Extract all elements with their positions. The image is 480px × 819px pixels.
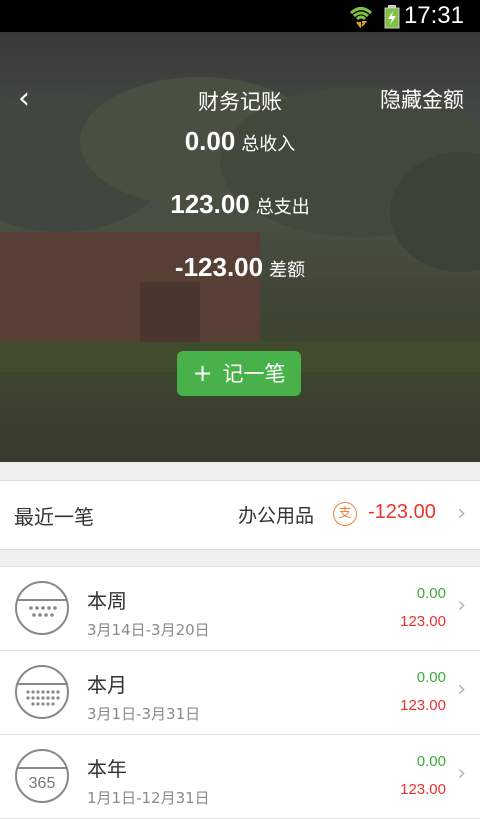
total-expense-label: 总支出 — [255, 197, 310, 218]
recent-record[interactable]: 最近一笔 办公用品 支 -123.00 › — [0, 480, 480, 550]
recent-amount: -123.00 — [368, 501, 436, 523]
total-income-value: 0.00 — [184, 126, 236, 156]
calendar-year-icon: 365 — [15, 749, 69, 803]
recent-label: 最近一笔 — [14, 505, 94, 529]
total-income: 0.00 总收入 — [0, 126, 480, 157]
chevron-right-icon: › — [457, 761, 466, 786]
expense-badge: 支 — [333, 502, 357, 526]
chevron-right-icon: › — [457, 501, 466, 526]
calendar-week-icon — [15, 581, 69, 635]
period-range: 1月1日-12月31日 — [87, 789, 210, 807]
period-title: 本周 — [87, 589, 127, 613]
chevron-right-icon: › — [457, 677, 466, 702]
total-expense: 123.00 总支出 — [0, 189, 480, 220]
add-record-label: 记一笔 — [222, 362, 286, 386]
chevron-right-icon: › — [457, 593, 466, 618]
clock: 17:31 — [403, 2, 464, 29]
status-bar: 17:31 — [0, 0, 480, 32]
add-record-button[interactable]: + 记一笔 — [177, 351, 301, 396]
period-range: 3月14日-3月20日 — [87, 621, 210, 639]
wifi-icon — [349, 7, 373, 28]
calendar-month-icon — [15, 665, 69, 719]
hide-amount-button[interactable]: 隐藏金额 — [380, 84, 464, 114]
period-range: 3月1日-3月31日 — [87, 705, 201, 723]
plus-icon: + — [192, 359, 213, 387]
balance-diff: -123.00 差额 — [0, 252, 480, 283]
period-title: 本月 — [87, 673, 127, 697]
period-expense: 123.00 — [400, 697, 446, 714]
recent-category: 办公用品 — [238, 505, 315, 527]
calendar-year-number: 365 — [29, 775, 56, 792]
total-expense-value: 123.00 — [170, 189, 250, 219]
battery-icon — [384, 5, 400, 29]
period-row-month[interactable]: 本月 3月1日-3月31日 0.00 123.00 › — [0, 651, 480, 735]
total-income-label: 总收入 — [241, 134, 296, 155]
period-expense: 123.00 — [400, 781, 446, 798]
period-row-week[interactable]: 本周 3月14日-3月20日 0.00 123.00 › — [0, 567, 480, 651]
period-list: 本周 3月14日-3月20日 0.00 123.00 › 本月 3月1日-3月3… — [0, 566, 480, 819]
summary-panel: ‹ 财务记账 隐藏金额 0.00 总收入 123.00 总支出 -123.00 差额 … — [0, 32, 480, 462]
balance-diff-label: 差额 — [269, 260, 306, 281]
period-income: 0.00 — [416, 669, 446, 686]
period-row-year[interactable]: 365 本年 1月1日-12月31日 0.00 123.00 › — [0, 735, 480, 819]
period-income: 0.00 — [416, 753, 446, 770]
balance-diff-value: -123.00 — [174, 252, 264, 282]
period-income: 0.00 — [416, 585, 446, 602]
period-expense: 123.00 — [400, 613, 446, 630]
period-title: 本年 — [87, 757, 127, 781]
